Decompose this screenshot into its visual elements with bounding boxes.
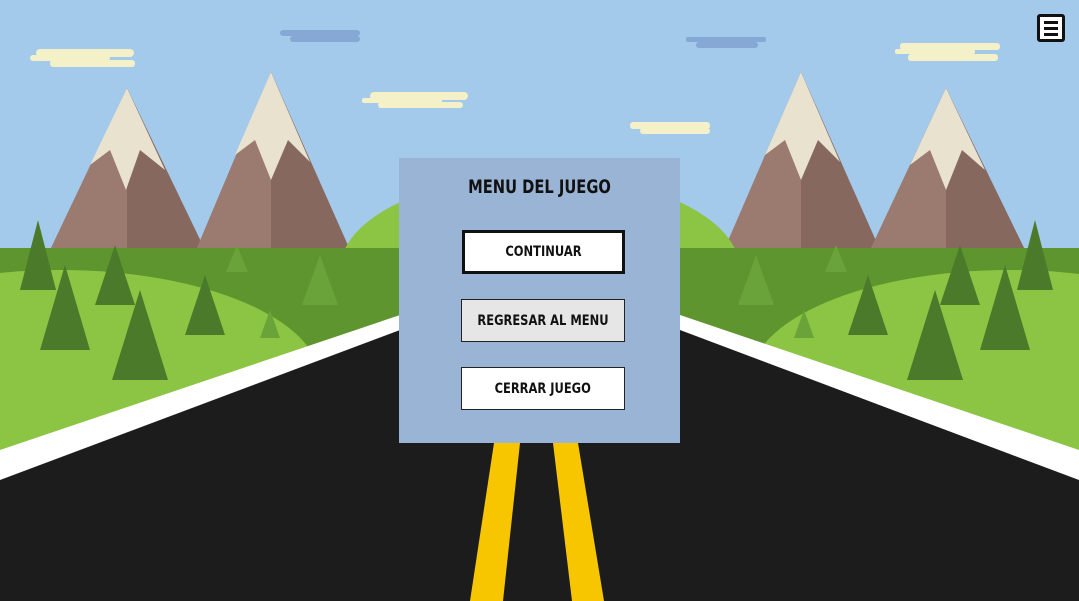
back-to-menu-button[interactable]: REGRESAR AL MENU: [461, 299, 625, 342]
menu-icon-bar: [1044, 32, 1058, 36]
close-game-button[interactable]: CERRAR JUEGO: [461, 367, 625, 410]
hamburger-menu-icon[interactable]: [1037, 14, 1065, 42]
back-to-menu-button-label: REGRESAR AL MENU: [477, 312, 609, 329]
close-game-button-label: CERRAR JUEGO: [494, 380, 592, 397]
continue-button-label: CONTINUAR: [505, 244, 582, 260]
menu-title: MENU DEL JUEGO: [468, 176, 611, 198]
pause-menu-panel: MENU DEL JUEGO CONTINUAR REGRESAR AL MEN…: [399, 158, 680, 443]
continue-button[interactable]: CONTINUAR: [462, 230, 625, 274]
menu-icon-bar: [1044, 26, 1058, 30]
menu-icon-bar: [1044, 20, 1058, 24]
